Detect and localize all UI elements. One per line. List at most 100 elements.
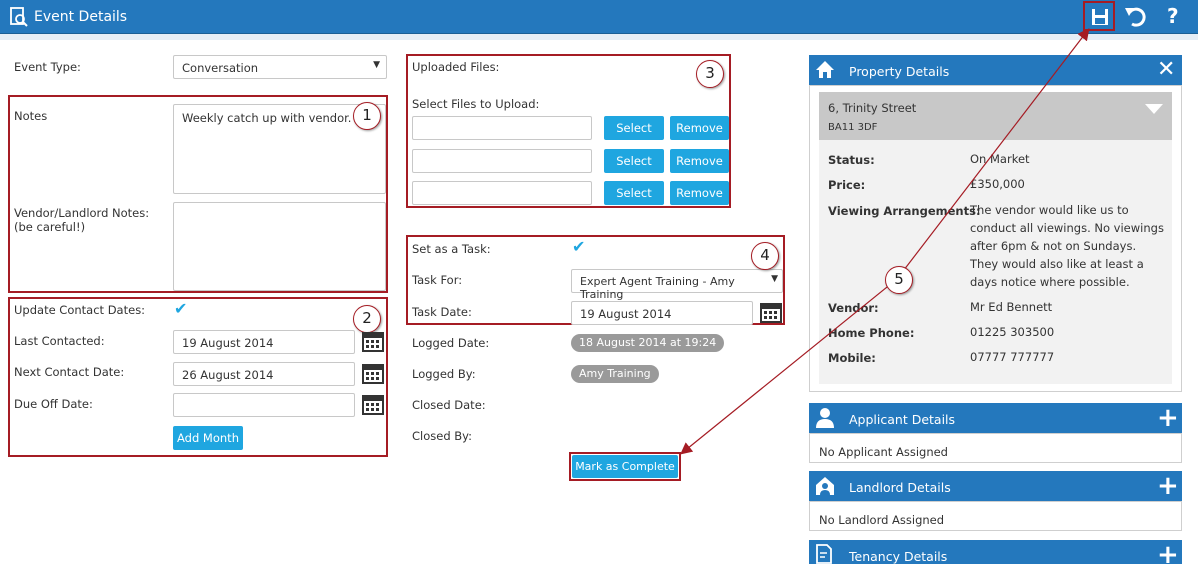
- status-label: Status:: [828, 153, 875, 167]
- applicant-details-body: No Applicant Assigned: [809, 433, 1182, 463]
- mark-complete-highlight: Mark as Complete: [569, 452, 681, 481]
- logged-by-badge: Amy Training: [571, 365, 659, 383]
- select-file-button[interactable]: Select: [604, 149, 664, 173]
- callout-4: 4: [751, 242, 779, 270]
- uploaded-files-label: Uploaded Files:: [412, 60, 500, 74]
- task-date-value: 19 August 2014: [580, 307, 672, 321]
- address-line-2: BA11 3DF: [828, 122, 878, 133]
- callout-5: 5: [885, 266, 913, 294]
- document-search-icon: [9, 6, 29, 31]
- sub-bar: [0, 34, 1198, 40]
- task-date-label: Task Date:: [412, 305, 472, 319]
- add-month-button[interactable]: Add Month: [173, 426, 243, 450]
- callout-2: 2: [353, 305, 381, 333]
- landlord-details-body: No Landlord Assigned: [809, 501, 1182, 531]
- next-contact-value: 26 August 2014: [182, 368, 274, 382]
- update-contact-checkbox[interactable]: ✔: [174, 299, 187, 318]
- closed-by-label: Closed By:: [412, 429, 473, 443]
- close-icon[interactable]: ✕: [1157, 57, 1175, 82]
- status-value: On Market: [970, 152, 1030, 166]
- remove-file-button[interactable]: Remove: [670, 181, 729, 205]
- task-date-input[interactable]: 19 August 2014: [571, 301, 753, 325]
- price-label: Price:: [828, 178, 866, 192]
- event-type-value: Conversation: [182, 61, 259, 75]
- caret-down-icon: [1145, 104, 1163, 114]
- applicant-details-header[interactable]: Applicant Details +: [809, 403, 1182, 433]
- callout-3: 3: [696, 60, 724, 88]
- last-contacted-value: 19 August 2014: [182, 336, 274, 350]
- logged-by-label: Logged By:: [412, 367, 476, 381]
- calendar-icon[interactable]: [760, 301, 782, 323]
- property-address-bar[interactable]: 6, Trinity Street BA11 3DF: [819, 92, 1172, 140]
- tenancy-details-title: Tenancy Details: [849, 549, 948, 564]
- window-title: Event Details: [34, 9, 128, 25]
- file-input[interactable]: [412, 116, 592, 140]
- notes-value: Weekly catch up with vendor.: [182, 111, 352, 125]
- mobile-label: Mobile:: [828, 351, 876, 365]
- mobile-value: 07777 777777: [970, 350, 1055, 364]
- set-task-checkbox[interactable]: ✔: [572, 237, 585, 256]
- remove-file-button[interactable]: Remove: [670, 116, 729, 140]
- logged-date-label: Logged Date:: [412, 336, 490, 350]
- select-files-label: Select Files to Upload:: [412, 97, 540, 111]
- vendor-notes-textarea[interactable]: [173, 202, 386, 291]
- callout-1: 1: [353, 102, 381, 130]
- calendar-icon[interactable]: [362, 330, 384, 352]
- last-contacted-input[interactable]: 19 August 2014: [173, 330, 355, 354]
- set-task-label: Set as a Task:: [412, 242, 491, 256]
- plus-icon[interactable]: +: [1157, 405, 1179, 431]
- closed-date-label: Closed Date:: [412, 398, 486, 412]
- due-off-label: Due Off Date:: [14, 397, 93, 411]
- next-contact-input[interactable]: 26 August 2014: [173, 362, 355, 386]
- vendor-label: Vendor:: [828, 301, 879, 315]
- plus-icon[interactable]: +: [1157, 542, 1179, 568]
- remove-file-button[interactable]: Remove: [670, 149, 729, 173]
- landlord-icon: [816, 477, 834, 495]
- applicant-details-title: Applicant Details: [849, 412, 956, 427]
- home-phone-value: 01225 303500: [970, 325, 1055, 339]
- landlord-details-title: Landlord Details: [849, 480, 951, 495]
- vendor-notes-label: Vendor/Landlord Notes: (be careful!): [14, 206, 150, 234]
- property-details-title: Property Details: [849, 64, 950, 79]
- select-file-button[interactable]: Select: [604, 181, 664, 205]
- applicant-empty-text: No Applicant Assigned: [819, 445, 948, 459]
- vendor-value: Mr Ed Bennett: [970, 300, 1053, 314]
- event-type-select[interactable]: Conversation ▼: [173, 55, 387, 79]
- viewing-label: Viewing Arrangements:: [828, 204, 981, 218]
- calendar-icon[interactable]: [362, 362, 384, 384]
- document-pen-icon: [816, 544, 832, 564]
- notes-label: Notes: [14, 109, 48, 123]
- file-input[interactable]: [412, 181, 592, 205]
- person-icon: [816, 408, 834, 428]
- chevron-down-icon: ▼: [373, 60, 380, 70]
- due-off-input[interactable]: [173, 393, 355, 417]
- title-bar: Event Details ?: [0, 0, 1198, 34]
- plus-icon[interactable]: +: [1157, 473, 1179, 499]
- update-contact-label: Update Contact Dates:: [14, 303, 146, 317]
- landlord-empty-text: No Landlord Assigned: [819, 513, 945, 527]
- undo-icon: [1125, 7, 1146, 27]
- last-contacted-label: Last Contacted:: [14, 334, 105, 348]
- chevron-down-icon: ▼: [771, 274, 778, 284]
- landlord-details-header[interactable]: Landlord Details +: [809, 471, 1182, 501]
- price-value: £350,000: [970, 177, 1025, 191]
- home-icon: [816, 61, 834, 78]
- logged-date-badge: 18 August 2014 at 19:24: [571, 334, 725, 352]
- calendar-icon[interactable]: [362, 393, 384, 415]
- task-for-label: Task For:: [412, 273, 463, 287]
- next-contact-label: Next Contact Date:: [14, 365, 125, 379]
- task-for-select[interactable]: Expert Agent Training - Amy Training ▼: [571, 269, 783, 301]
- address-line-1: 6, Trinity Street: [828, 101, 917, 115]
- undo-button[interactable]: [1124, 6, 1148, 31]
- home-phone-label: Home Phone:: [828, 326, 915, 340]
- help-icon[interactable]: ?: [1167, 4, 1179, 28]
- tenancy-details-header[interactable]: Tenancy Details +: [809, 540, 1182, 568]
- save-button[interactable]: [1083, 1, 1115, 31]
- property-details-header[interactable]: Property Details ✕: [809, 55, 1182, 85]
- mark-complete-button[interactable]: Mark as Complete: [572, 455, 678, 478]
- file-input[interactable]: [412, 149, 592, 173]
- viewing-value: The vendor would like us to conduct all …: [970, 203, 1164, 289]
- select-file-button[interactable]: Select: [604, 116, 664, 140]
- event-type-label: Event Type:: [14, 60, 81, 74]
- save-icon: [1092, 9, 1108, 25]
